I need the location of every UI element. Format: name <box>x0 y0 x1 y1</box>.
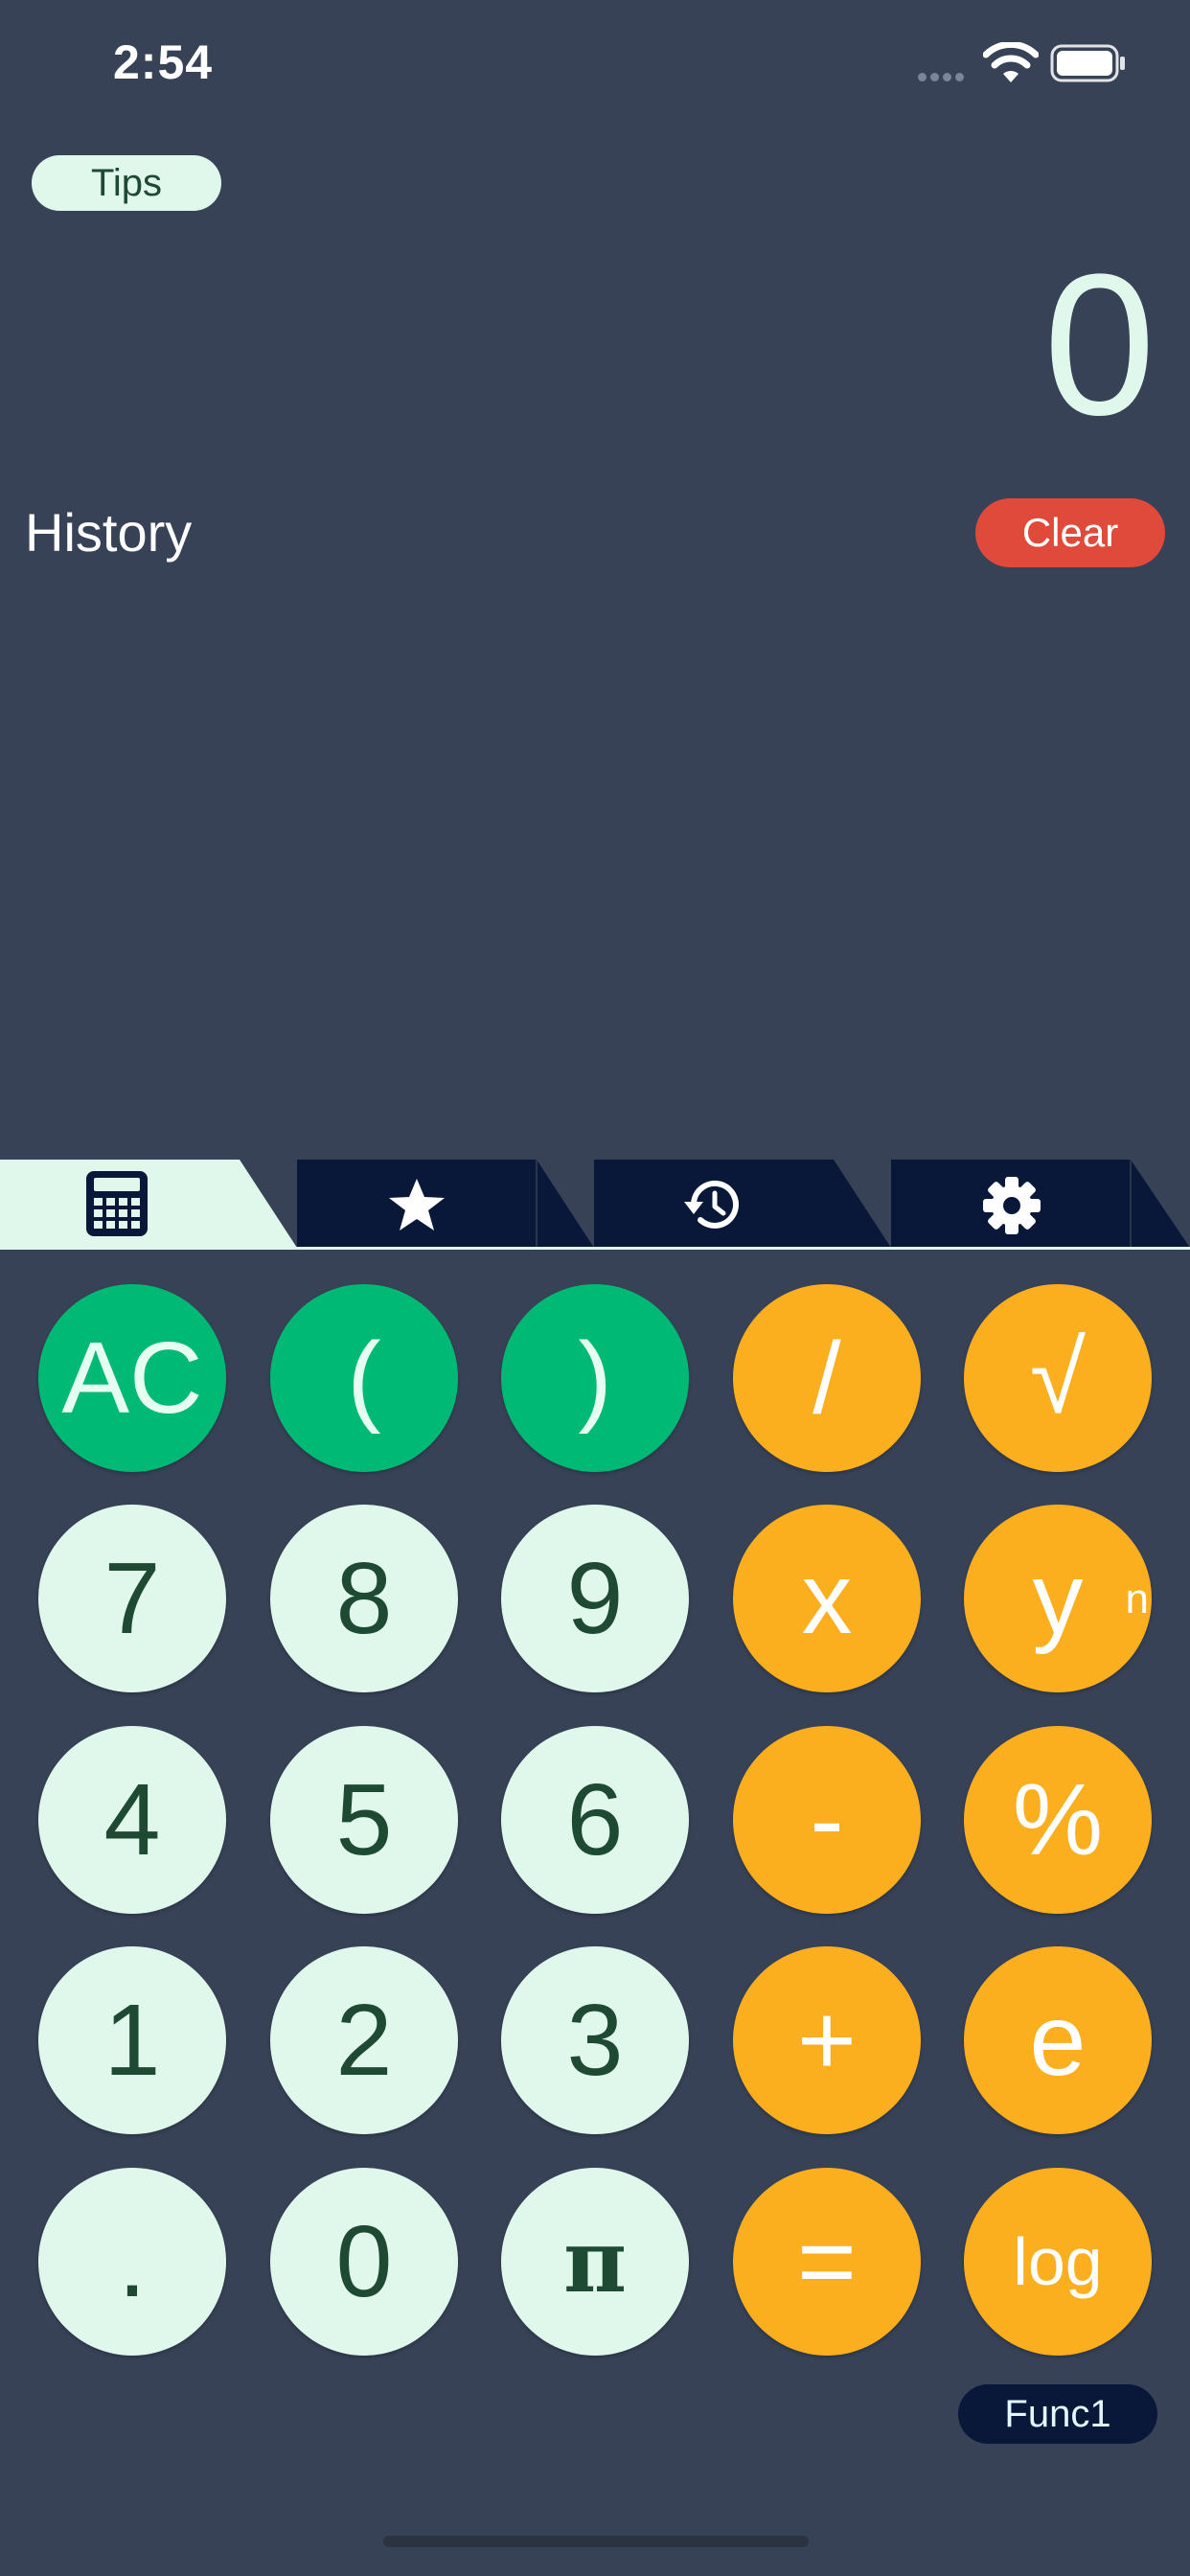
key-label: - <box>810 1763 844 1876</box>
key-label: ) <box>578 1322 612 1435</box>
key-log[interactable]: log <box>964 2168 1152 2356</box>
battery-icon <box>1050 44 1127 82</box>
key-multiply[interactable]: x <box>733 1505 921 1692</box>
calculator-icon <box>84 1169 149 1243</box>
history-title: History <box>25 502 193 563</box>
key-label: 5 <box>335 1763 393 1876</box>
key-label: √ <box>1029 1322 1087 1435</box>
key-label: x <box>801 1542 853 1655</box>
key-label: 9 <box>566 1542 624 1655</box>
key-digit-9[interactable]: 9 <box>501 1505 689 1692</box>
key-label: 1 <box>103 1984 161 2097</box>
home-indicator <box>383 2536 809 2547</box>
key-square-root[interactable]: √ <box>964 1284 1152 1472</box>
key-digit-2[interactable]: 2 <box>270 1946 458 2134</box>
key-add[interactable]: + <box>733 1946 921 2134</box>
func-toggle-button[interactable]: Func1 <box>958 2384 1157 2444</box>
key-euler[interactable]: e <box>964 1946 1152 2134</box>
cellular-signal-icon <box>918 69 973 82</box>
key-digit-7[interactable]: 7 <box>38 1505 226 1692</box>
status-time: 2:54 <box>113 35 214 89</box>
key-superscript: n <box>1125 1576 1149 1622</box>
clear-history-button[interactable]: Clear <box>975 498 1165 567</box>
tab-divider <box>0 1247 1190 1250</box>
key-percent[interactable]: % <box>964 1726 1152 1914</box>
key-label: log <box>1013 2224 1103 2299</box>
gear-icon <box>981 1175 1042 1241</box>
key-label: 3 <box>566 1984 624 2097</box>
key-label: 6 <box>566 1763 624 1876</box>
key-label: . <box>118 2205 147 2318</box>
key-digit-1[interactable]: 1 <box>38 1946 226 2134</box>
key-label: ( <box>347 1322 381 1435</box>
key-label: / <box>812 1322 841 1435</box>
key-digit-4[interactable]: 4 <box>38 1726 226 1914</box>
key-open-paren[interactable]: ( <box>270 1284 458 1472</box>
key-divide[interactable]: / <box>733 1284 921 1472</box>
key-digit-3[interactable]: 3 <box>501 1946 689 2134</box>
star-icon <box>387 1177 446 1237</box>
key-digit-0[interactable]: 0 <box>270 2168 458 2356</box>
key-label: + <box>797 1984 857 2097</box>
key-all-clear[interactable]: AC <box>38 1284 226 1472</box>
key-label: 8 <box>335 1542 393 1655</box>
key-label: 0 <box>335 2205 393 2318</box>
key-digit-8[interactable]: 8 <box>270 1505 458 1692</box>
key-digit-6[interactable]: 6 <box>501 1726 689 1914</box>
calculator-display: 0 <box>1043 232 1156 457</box>
key-label: y <box>1032 1542 1084 1655</box>
key-power[interactable]: yn <box>964 1505 1152 1692</box>
key-label: = <box>797 2205 857 2318</box>
key-equals[interactable]: = <box>733 2168 921 2356</box>
tips-button[interactable]: Tips <box>32 155 221 211</box>
key-close-paren[interactable]: ) <box>501 1284 689 1472</box>
key-label: 4 <box>103 1763 161 1876</box>
wifi-icon <box>982 40 1040 84</box>
key-label: AC <box>61 1322 203 1435</box>
key-label: 7 <box>103 1542 161 1655</box>
history-icon <box>682 1175 744 1239</box>
key-digit-5[interactable]: 5 <box>270 1726 458 1914</box>
key-label: 2 <box>335 1984 393 2097</box>
key-subtract[interactable]: - <box>733 1726 921 1914</box>
key-label: π <box>563 2211 627 2312</box>
key-decimal[interactable]: . <box>38 2168 226 2356</box>
key-pi[interactable]: π <box>501 2168 689 2356</box>
key-label: % <box>1012 1763 1104 1876</box>
tab-bar <box>0 1160 1190 1248</box>
key-label: e <box>1029 1984 1087 2097</box>
